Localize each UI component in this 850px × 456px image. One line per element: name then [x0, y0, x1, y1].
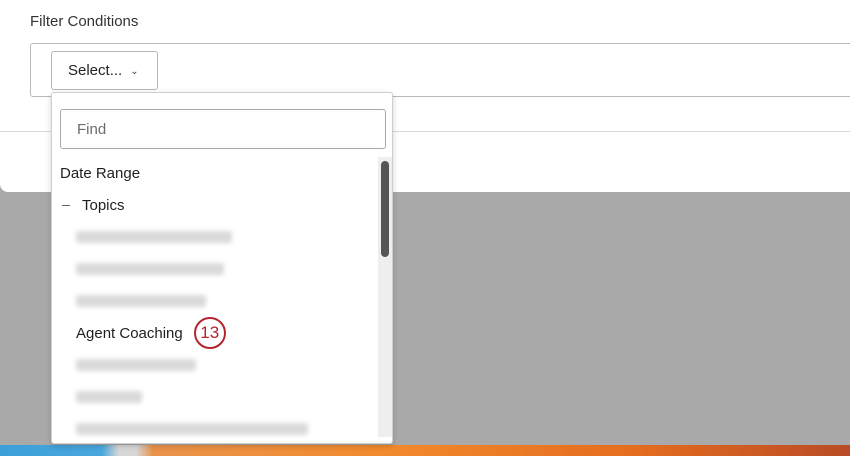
- option-topics-group[interactable]: Topics: [52, 189, 388, 221]
- dropdown-scrollbar-track[interactable]: [378, 157, 392, 437]
- chevron-down-icon: ⌄: [130, 66, 139, 77]
- option-label: Topics: [82, 196, 125, 214]
- topic-item-redacted[interactable]: [52, 413, 392, 443]
- filter-conditions-label: Filter Conditions: [30, 13, 139, 30]
- topic-item-redacted[interactable]: [52, 253, 392, 285]
- topic-item-redacted[interactable]: [52, 349, 392, 381]
- select-dropdown-button[interactable]: Select... ⌄: [51, 51, 158, 90]
- option-label: Agent Coaching: [76, 324, 183, 342]
- dropdown-scrollbar-thumb[interactable]: [381, 161, 389, 257]
- option-date-range[interactable]: Date Range: [52, 157, 386, 189]
- redacted-text: [76, 231, 232, 243]
- redacted-text: [76, 295, 206, 307]
- step-callout-badge: 13: [193, 317, 226, 349]
- minus-icon[interactable]: [62, 204, 70, 206]
- topic-item-agent-coaching[interactable]: Agent Coaching 13: [52, 317, 392, 349]
- topic-item-redacted[interactable]: [52, 381, 392, 413]
- filter-option-list: Date Range Topics Agent Coaching 13: [52, 157, 378, 443]
- topic-item-redacted[interactable]: [52, 221, 392, 253]
- redacted-text: [76, 423, 308, 435]
- option-label: Date Range: [60, 164, 141, 182]
- filter-dropdown-menu: Date Range Topics Agent Coaching 13: [51, 92, 393, 444]
- select-button-label: Select...: [68, 62, 123, 79]
- redacted-text: [76, 263, 224, 275]
- topic-item-redacted[interactable]: [52, 285, 392, 317]
- find-input[interactable]: [60, 109, 386, 149]
- redacted-text: [76, 391, 142, 403]
- desktop-taskbar-strip: [0, 445, 850, 456]
- redacted-text: [76, 359, 196, 371]
